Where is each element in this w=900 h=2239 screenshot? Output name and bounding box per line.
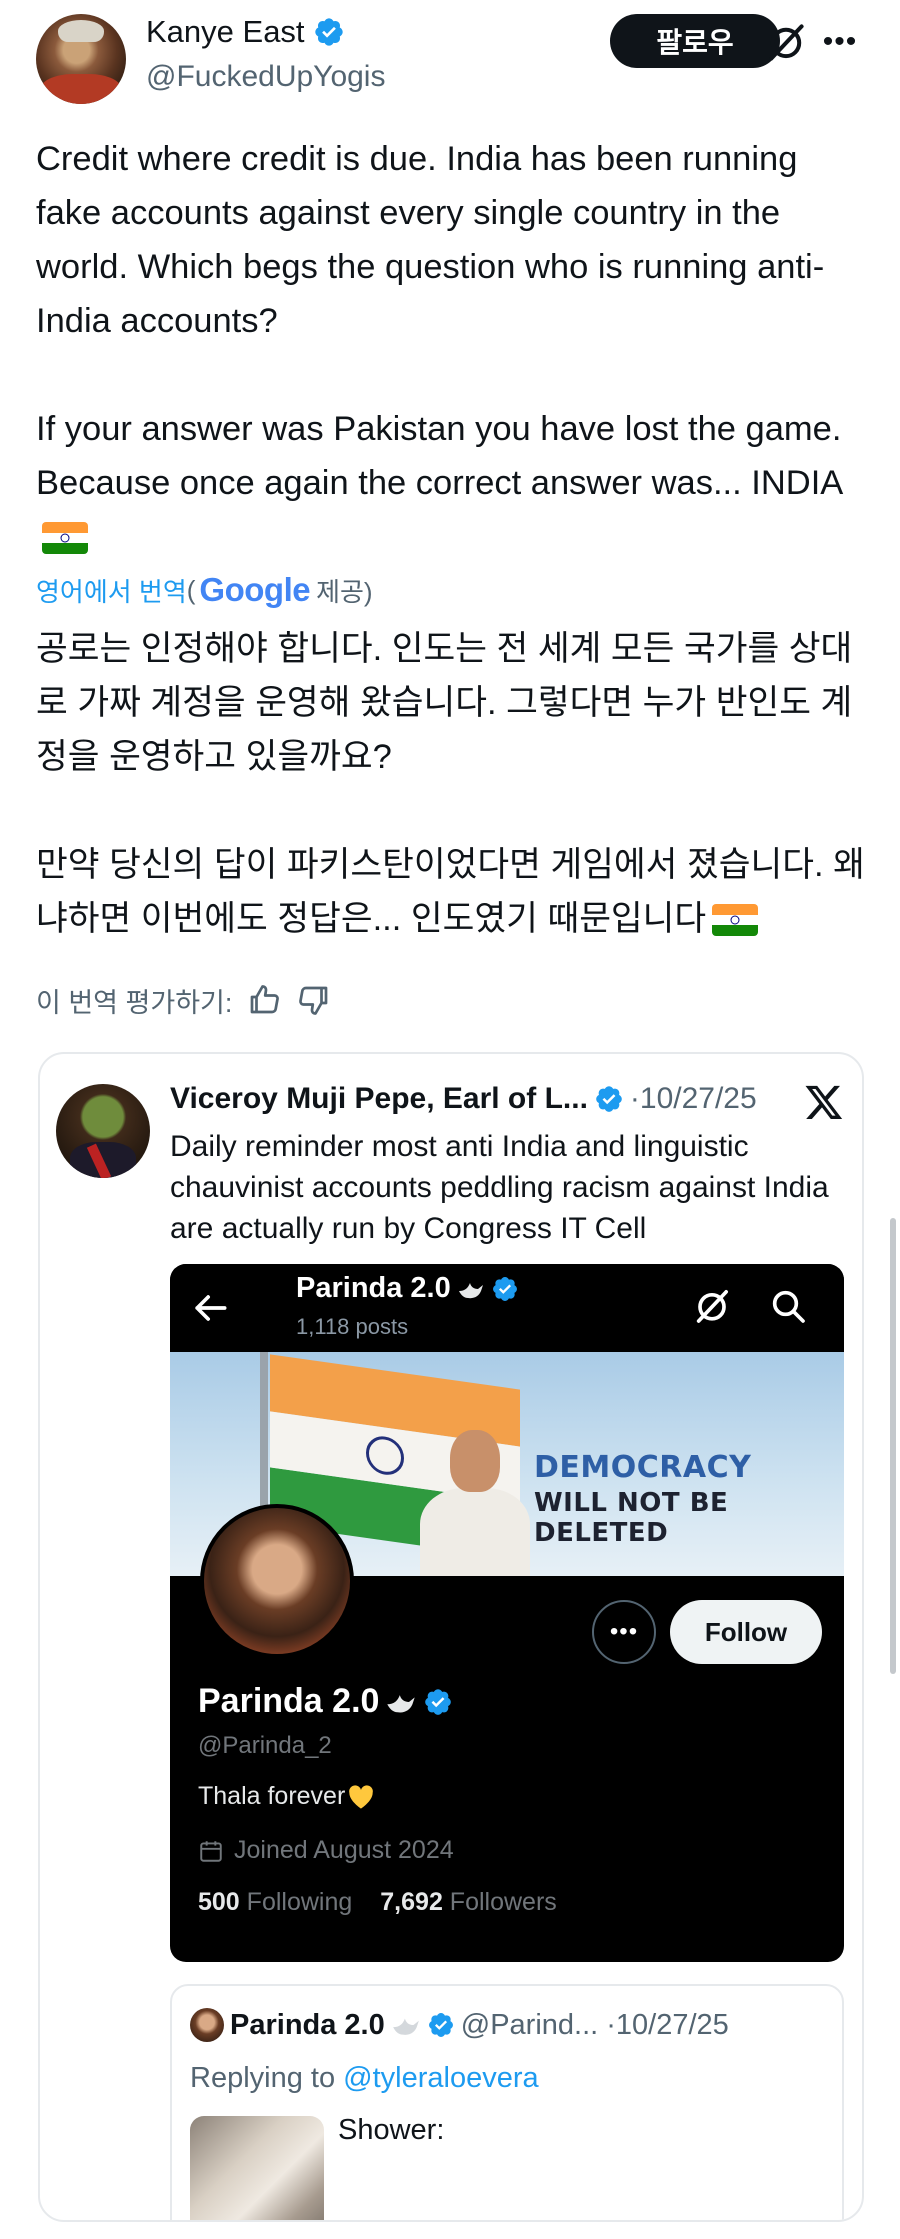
translate-link[interactable]: 영어에서 번역 (36, 572, 187, 609)
calendar-icon (200, 1840, 222, 1862)
profile-following-label: Following (246, 1888, 353, 1916)
profile-followers-label: Followers (449, 1888, 557, 1916)
profile-stats: 500 Following 7,692 Followers (198, 1888, 557, 1917)
profile-followers-count: 7,692 (380, 1888, 443, 1916)
tweet-text: Credit where credit is due. India has be… (36, 132, 866, 564)
thumbs-down-icon[interactable] (296, 982, 332, 1018)
grok-icon[interactable] (764, 20, 808, 64)
banner-person (420, 1430, 530, 1576)
profile-avatar (200, 1504, 354, 1658)
translated-text-body: 공로는 인정해야 합니다. 인도는 전 세계 모든 국가를 상대로 가짜 계정을… (36, 630, 865, 938)
profile-name-row: Parinda 2.0 (198, 1682, 453, 1721)
profile-followers: 7,692 Followers (380, 1888, 557, 1917)
rate-translation-row: 이 번역 평가하기: (36, 978, 332, 1022)
more-icon[interactable]: ••• (818, 20, 862, 64)
grok-icon (696, 1290, 728, 1323)
replying-prefix: Replying to (190, 2062, 344, 2094)
india-flag-icon (712, 904, 759, 936)
google-logo-text: Google (199, 571, 311, 608)
back-arrow-icon (195, 1295, 227, 1321)
profile-follow-button: Follow (670, 1600, 822, 1664)
quoted-author-avatar[interactable] (56, 1084, 150, 1178)
profile-top-bar: Parinda 2.0 1,118 posts (170, 1264, 844, 1354)
tweet-header: Kanye East @FuckedUpYogis 팔로우 ••• (36, 14, 864, 104)
search-icon (772, 1290, 805, 1323)
verified-badge-icon (425, 1688, 452, 1715)
reply-replying-to: Replying to @tyleraloevera (190, 2062, 539, 2095)
thumbs-up-icon[interactable] (246, 982, 282, 1018)
dove-icon (392, 2018, 419, 2035)
replying-handle-link[interactable]: @tyleraloevera (343, 2062, 538, 2094)
reply-text: Shower: (338, 2114, 445, 2146)
quoted-tweet-card[interactable]: Viceroy Muji Pepe, Earl of L... ·10/27/2… (38, 1052, 864, 2222)
reply-author-avatar (190, 2008, 224, 2042)
profile-bio: Thala forever (198, 1782, 375, 1811)
translated-text: 공로는 인정해야 합니다. 인도는 전 세계 모든 국가를 상대로 가짜 계정을… (36, 622, 876, 946)
banner-text-line2: WILL NOT BE DELETED (534, 1488, 729, 1548)
heart-icon (349, 1784, 374, 1809)
profile-bio-text: Thala forever (198, 1782, 346, 1810)
profile-top-title: Parinda 2.0 (296, 1272, 519, 1305)
banner-text-line1: DEMOCRACY (534, 1450, 752, 1485)
profile-top-name: Parinda 2.0 (296, 1272, 451, 1304)
verified-badge-icon (314, 18, 343, 46)
follow-button[interactable]: 팔로우 (610, 14, 780, 68)
translation-attribution: 영어에서 번역 ( Google 제공) (36, 570, 373, 610)
translate-provided: 제공) (316, 576, 373, 607)
profile-handle: @Parinda_2 (198, 1732, 332, 1759)
author-name-row: Kanye East (146, 14, 345, 50)
page-scrollbar[interactable] (890, 1218, 896, 1674)
dove-icon (387, 1694, 416, 1713)
reply-media-thumbnail[interactable] (190, 2116, 324, 2220)
profile-following-count: 500 (198, 1888, 240, 1916)
x-logo-icon (805, 1085, 843, 1119)
quoted-tweet-text: Daily reminder most anti India and lingu… (170, 1130, 829, 1245)
profile-more-button: ••• (592, 1600, 656, 1664)
rate-translation-label: 이 번역 평가하기: (36, 987, 233, 1018)
profile-name: Parinda 2.0 (198, 1682, 380, 1720)
profile-post-count: 1,118 posts (296, 1314, 409, 1339)
india-flag-icon (42, 522, 88, 554)
profile-following: 500 Following (198, 1888, 352, 1917)
tweet-text-body: Credit where credit is due. India has be… (36, 140, 844, 502)
verified-badge-icon (492, 1276, 517, 1301)
reply-meta: @Parind... ·10/27/25 (460, 2008, 729, 2041)
quoted-media-screenshot[interactable]: Parinda 2.0 1,118 posts DEMOCRACY WILL N… (170, 1264, 844, 1962)
verified-badge-icon (596, 1086, 622, 1112)
quoted-author-name[interactable]: Viceroy Muji Pepe, Earl of L... (170, 1082, 588, 1116)
reply-header: Parinda 2.0 @Parind... ·10/27/25 (190, 2008, 729, 2042)
google-logo: Google (199, 571, 310, 609)
quoted-tweet-date: ·10/27/25 (629, 1082, 757, 1115)
author-avatar[interactable] (36, 14, 126, 104)
dove-icon (458, 1282, 483, 1298)
reply-author-name: Parinda 2.0 (230, 2008, 385, 2041)
author-display-name[interactable]: Kanye East (146, 14, 305, 50)
nested-quoted-reply[interactable]: Parinda 2.0 @Parind... ·10/27/25 Replyin… (170, 1984, 844, 2220)
translate-paren: ( (186, 574, 196, 605)
quoted-tweet-header: Viceroy Muji Pepe, Earl of L... ·10/27/2… (170, 1082, 757, 1116)
profile-joined-text: Joined August 2024 (234, 1836, 454, 1864)
profile-joined: Joined August 2024 (198, 1836, 454, 1865)
author-handle[interactable]: @FuckedUpYogis (146, 60, 385, 94)
verified-badge-icon (428, 2013, 453, 2037)
